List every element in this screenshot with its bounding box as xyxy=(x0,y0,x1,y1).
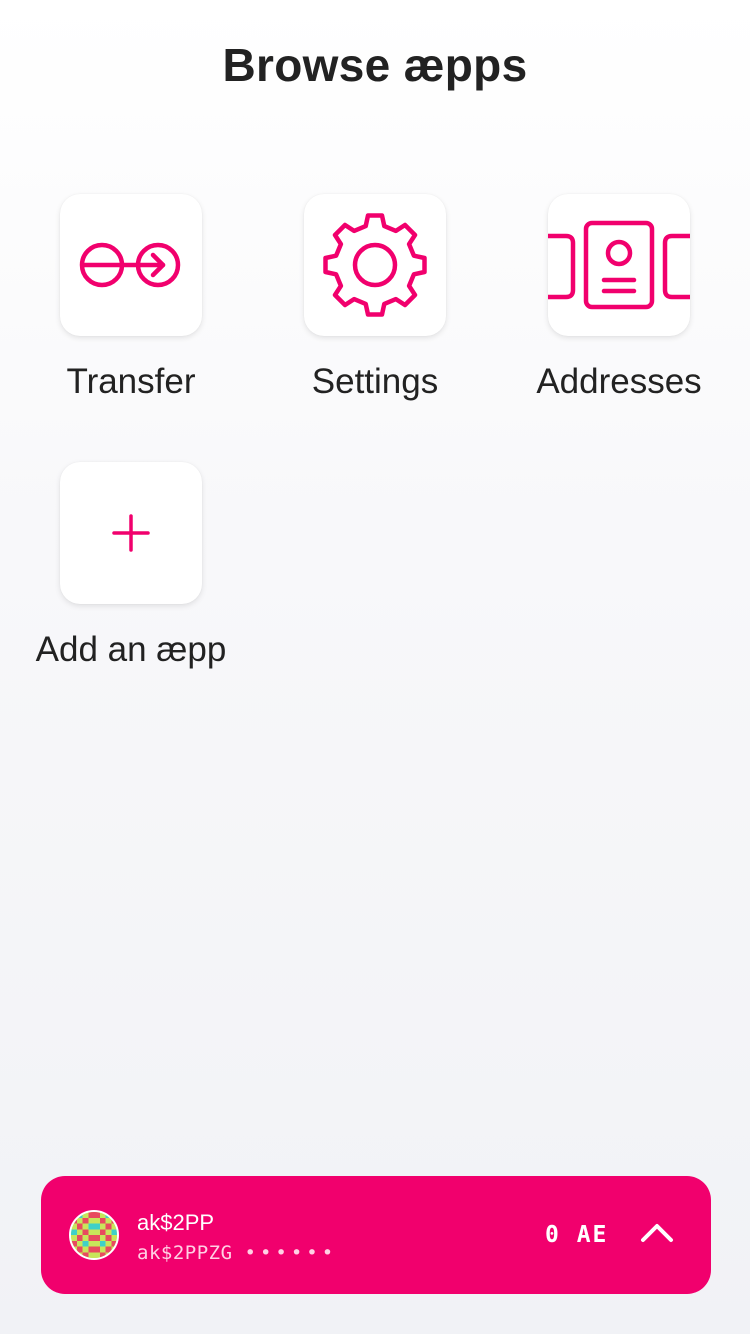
account-address: ak$2PPZG •••••• xyxy=(137,1242,337,1264)
transfer-icon xyxy=(79,242,181,288)
chevron-up-icon[interactable] xyxy=(639,1220,675,1244)
gear-icon xyxy=(323,213,427,317)
account-address-text: ak$2PPZG xyxy=(137,1242,233,1264)
identicon-avatar[interactable] xyxy=(69,1210,119,1260)
account-address-mask: •••••• xyxy=(244,1242,338,1264)
app-add-aepp[interactable]: Add an æpp xyxy=(9,462,253,670)
plus-icon xyxy=(112,514,150,552)
account-balance: 0 AE xyxy=(545,1222,609,1248)
account-name: ak$2PP xyxy=(137,1210,215,1235)
address-book-icon xyxy=(548,220,690,310)
app-label-addresses: Addresses xyxy=(536,362,702,401)
app-settings[interactable]: Settings xyxy=(253,194,497,402)
app-label-add: Add an æpp xyxy=(35,630,227,669)
account-switcher[interactable]: ak$2PP ak$2PPZG •••••• 0 AE xyxy=(41,1176,711,1294)
app-tile-transfer[interactable] xyxy=(60,194,202,336)
app-label-settings: Settings xyxy=(311,362,439,401)
app-tile-settings[interactable] xyxy=(304,194,446,336)
app-addresses[interactable]: Addresses xyxy=(497,194,741,402)
page-title: Browse æpps xyxy=(222,39,528,91)
app-transfer[interactable]: Transfer xyxy=(9,194,253,402)
app-label-transfer: Transfer xyxy=(66,362,196,401)
app-tile-addresses[interactable] xyxy=(548,194,690,336)
app-tile-add[interactable] xyxy=(60,462,202,604)
